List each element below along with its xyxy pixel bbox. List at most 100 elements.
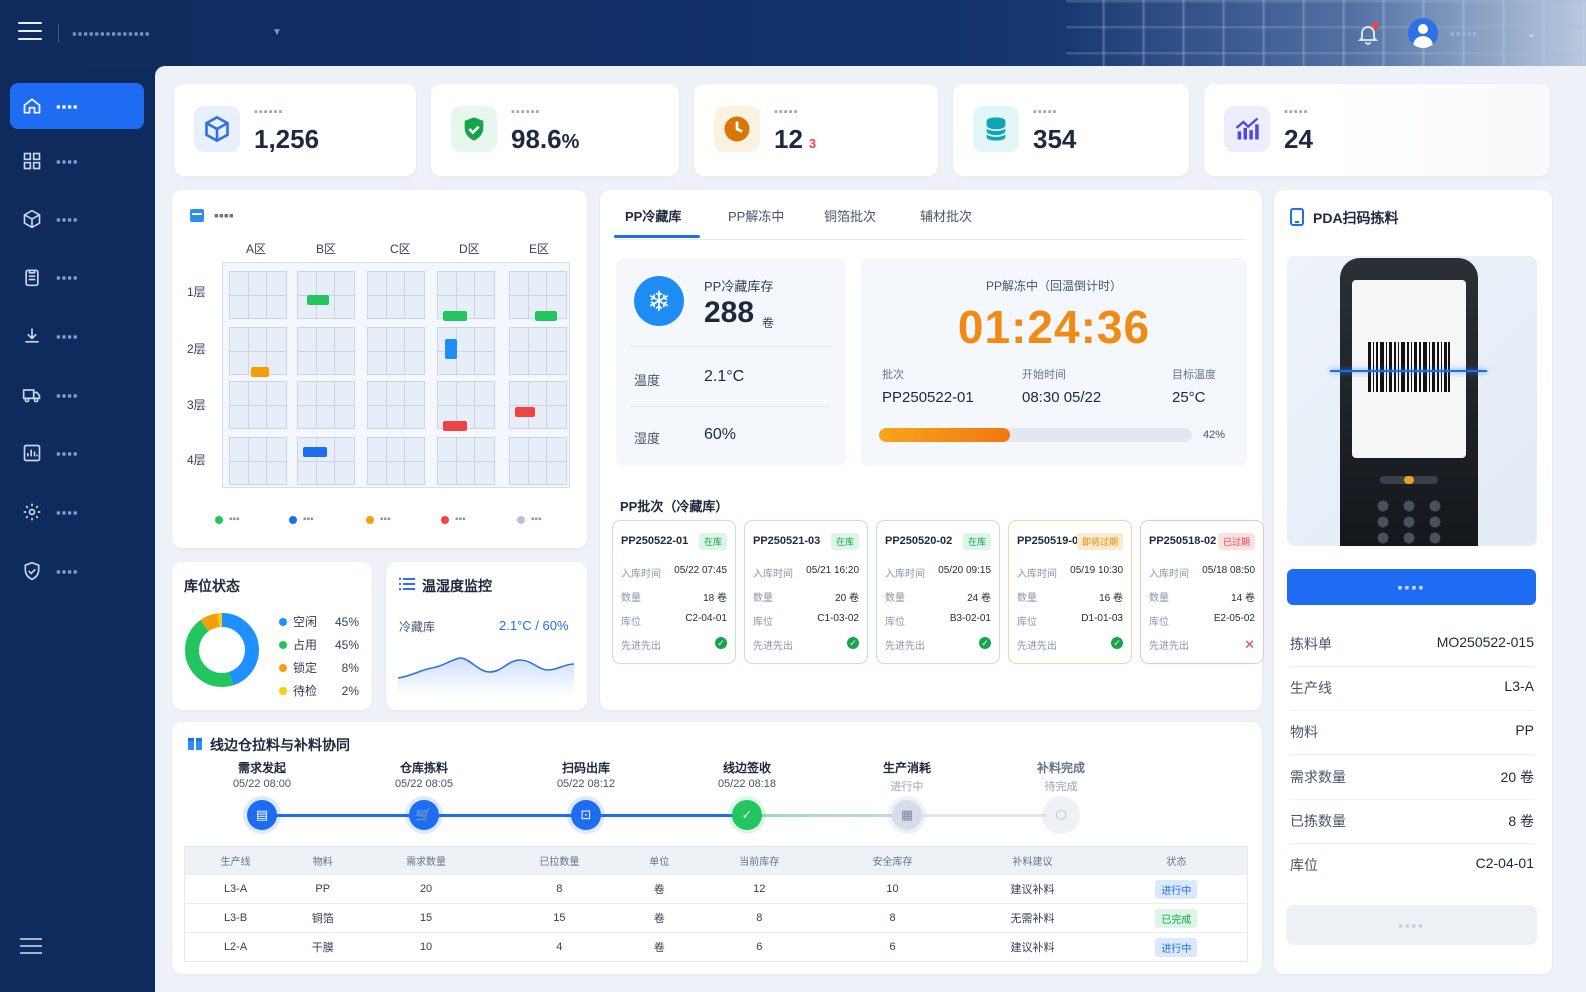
humidity-label: 湿度 [634,431,661,446]
rack-slot-highlight[interactable] [515,407,535,417]
table-header: 单位 [625,846,693,875]
rack-cell[interactable] [297,437,355,485]
tab-copper[interactable]: 铜箔批次 [824,206,876,225]
kpi-card-accuracy: ▪▪▪▪▪▪ 98.6% [431,84,679,176]
rack-cell[interactable] [367,271,425,319]
rack-cell[interactable] [509,381,567,429]
chevron-down-icon[interactable]: ▼ [272,27,282,38]
flow-step-detail: 05/22 08:18 [717,778,777,790]
avatar[interactable] [1408,18,1438,48]
batch-in-time: 入库时间 05/18 08:50 [1149,565,1255,580]
rack-slot-highlight[interactable] [445,339,457,359]
sidebar-item-label: ▪▪▪▪ [56,153,79,169]
sidebar-item-cube[interactable]: ▪▪▪▪ [10,196,144,242]
collapse-menu-icon[interactable] [20,938,42,956]
table-cell: 干膜 [286,932,360,962]
thaw-progress-text: 42% [1203,429,1226,441]
batch-location: 库位 C1-03-02 [753,613,859,628]
table-row[interactable]: L3-A PP 20 8 卷 12 10 建议补料 进行中 [184,874,1248,904]
rack-cell[interactable] [437,437,495,485]
cart-icon: 🛒 [409,800,439,830]
rack-slot-highlight[interactable] [303,447,327,457]
sidebar-item-download[interactable]: ▪▪▪▪ [10,313,144,359]
confirm-button[interactable]: ▪▪▪▪ [1286,905,1537,945]
batch-card[interactable]: PP250521-03 在库 入库时间 05/21 16:20 数量 20 卷库位 C1-0… [744,520,868,664]
zone-label: B区 [316,242,337,256]
rack-grid[interactable] [222,262,570,488]
table-cell: 卷 [625,903,693,933]
replenish-table: 生产线 物料 需求数量 已拉数量 单位 当前库存 安全库存 补料建议 状态 L3-A PP 20 8 卷… [184,846,1248,962]
menu-toggle-icon[interactable] [18,22,42,42]
batch-status-badge: 在库 [830,533,859,550]
thaw-batch-label: 批次 [882,369,904,381]
batches-title: PP批次（冷藏库） [620,499,729,514]
level-label: 3层 [187,398,206,412]
sidebar-item-truck[interactable]: ▪▪▪▪ [10,372,144,418]
rack-slot-highlight[interactable] [535,311,557,321]
sidebar-item-clipboard[interactable]: ▪▪▪▪ [10,254,144,300]
sidebar-item-home[interactable]: ▪▪▪▪ [10,83,144,129]
table-row[interactable]: L2-A 干膜 10 4 卷 6 6 建议补料 进行中 [184,932,1248,962]
temp-label: 温度 [634,373,661,388]
rack-cell[interactable] [509,327,567,375]
kpi-card-trend: ▪▪▪▪▪ 24 [1204,84,1550,176]
thaw-title: PP解冻中（回温倒计时） [985,279,1122,293]
flow-step-detail: 进行中 [890,781,924,793]
sidebar-item-settings[interactable]: ▪▪▪▪ [10,489,144,535]
gear-icon [23,503,41,521]
batch-id: PP250522-01 [621,535,689,547]
table-cell: 无需补料 [959,903,1106,933]
rack-slot-highlight[interactable] [443,311,467,321]
rack-cell[interactable] [229,381,287,429]
tab-aux[interactable]: 辅材批次 [920,206,972,225]
divider [58,24,59,42]
zone-label: E区 [529,242,550,256]
org-selector-label[interactable]: ▪▪▪▪▪▪▪▪▪▪▪▪▪▪ [72,26,151,41]
sidebar-item-label: ▪▪▪▪ [56,445,79,461]
status-badge: 进行中 [1155,879,1198,899]
table-header: 生产线 [184,846,287,875]
legend-item: ▪▪▪ [289,514,314,525]
flow-line-done [262,814,747,817]
batch-status-badge: 在库 [698,533,727,550]
rack-cell[interactable] [297,381,355,429]
batch-card[interactable]: PP250522-01 在库 入库时间 05/22 07:45 数量 18 卷库位 C2-0… [612,520,736,664]
rack-cell[interactable] [229,437,287,485]
table-row[interactable]: L3-B 铜箔 15 15 卷 8 8 无需补料 已完成 [184,903,1248,933]
table-cell: 10 [359,932,493,962]
batch-card[interactable]: PP250518-02 已过期 入库时间 05/18 08:50 数量 14 卷库位 E2-… [1140,520,1264,664]
rack-cell[interactable] [367,381,425,429]
level-label: 4层 [187,453,206,467]
rack-slot-highlight[interactable] [307,295,329,305]
table-cell: 8 [825,903,960,933]
user-name[interactable]: ▪▪▪▪▪ [1450,26,1478,41]
tab-pp-thaw[interactable]: PP解冻中 [728,206,784,225]
batch-card[interactable]: PP250519-01 即将过期 入库时间 05/19 10:30 数量 16 卷库位 D1… [1008,520,1132,664]
sidebar-item-grid[interactable]: ▪▪▪▪ [10,138,144,184]
batch-fifo: 先进先出 ✓ [1017,637,1123,652]
rack-slot-highlight[interactable] [443,421,467,431]
table-cell: 8 [692,903,826,933]
flow-step-detail: 05/22 08:12 [556,778,616,790]
flow-step-label: 仓库拣料 05/22 08:05 [364,759,484,790]
table-header: 安全库存 [825,846,960,875]
rack-cell[interactable] [297,327,355,375]
zone-label: D区 [459,242,480,256]
sidebar: ▪▪▪▪ ▪▪▪▪ ▪▪▪▪ ▪▪▪▪ ▪▪▪▪ ▪▪▪▪ ▪▪▪▪ ▪▪▪▪ … [0,66,155,992]
chevron-down-icon[interactable]: ⌄ [1527,27,1536,40]
rack-cell[interactable] [229,271,287,319]
scan-button[interactable]: ▪▪▪▪ [1287,569,1536,605]
sidebar-item-report[interactable]: ▪▪▪▪ [10,430,144,476]
rack-cell[interactable] [509,437,567,485]
sidebar-item-security[interactable]: ▪▪▪▪ [10,548,144,594]
kpi-card-pending: ▪▪▪▪▪ 12 3 [694,84,938,176]
table-cell: 4 [492,932,626,962]
tab-pp-cold[interactable]: PP冷藏库 [625,206,681,225]
rack-cell[interactable] [367,327,425,375]
batch-card[interactable]: PP250520-02 在库 入库时间 05/20 09:15 数量 24 卷库位 B3-0… [876,520,1000,664]
kpi-label: ▪▪▪▪▪ [1284,106,1309,118]
rack-cell[interactable] [367,437,425,485]
bell-icon[interactable] [1356,22,1380,46]
zone-label: C区 [390,242,411,256]
rack-slot-highlight[interactable] [251,367,269,377]
